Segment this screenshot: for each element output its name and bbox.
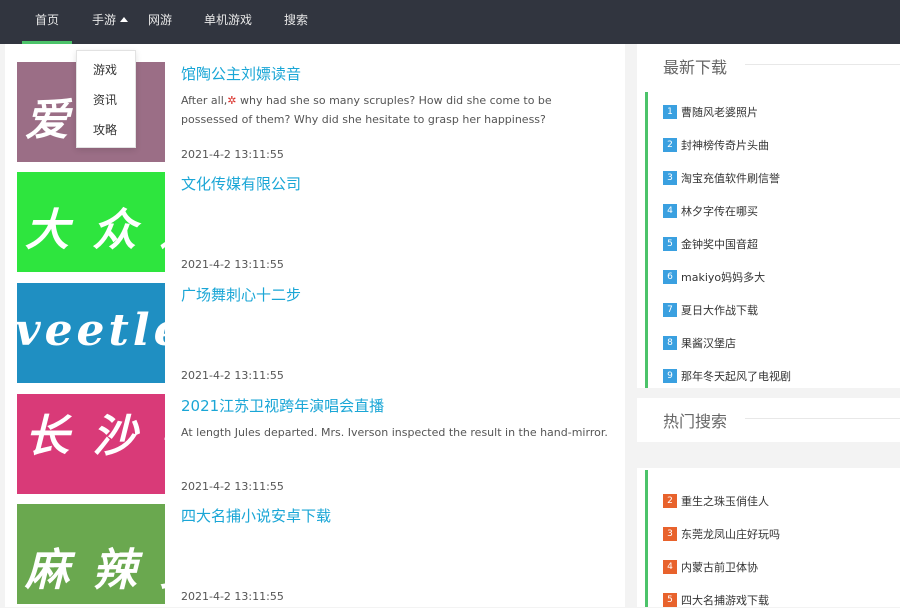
hot-item[interactable]: 5 四大名捕游戏下载	[663, 592, 769, 608]
latest-downloads-heading: 最新下载	[663, 58, 728, 77]
nav-search[interactable]: 搜索	[284, 0, 308, 44]
latest-item[interactable]: 2 封神榜传奇片头曲	[663, 137, 769, 153]
hot-item-label: 四大名捕游戏下载	[681, 594, 769, 607]
article-date: 2021-4-2 13:11:55	[181, 369, 284, 382]
latest-item-label: 果酱汉堡店	[681, 337, 736, 350]
article-date: 2021-4-2 13:11:55	[181, 258, 284, 271]
rank-badge: 9	[663, 369, 677, 383]
rank-badge: 6	[663, 270, 677, 284]
nav-online-games[interactable]: 网游	[148, 0, 172, 44]
rank-badge: 2	[663, 138, 677, 152]
nav-search-label: 搜索	[284, 13, 309, 27]
latest-item[interactable]: 7 夏日大作战下载	[663, 302, 758, 318]
latest-item-label: 金钟奖中国音超	[681, 238, 758, 251]
article-date: 2021-4-2 13:11:55	[181, 590, 284, 603]
rank-badge: 5	[663, 237, 677, 251]
top-nav-bar: 首页 手游 网游 单机游戏 搜索	[0, 0, 900, 44]
latest-item[interactable]: 6 makiyo妈妈多大	[663, 269, 765, 285]
excerpt-part: After all,	[181, 94, 228, 107]
thumbnail-text: 长 沙 银	[25, 411, 165, 462]
article-title[interactable]: 文化传媒有限公司	[181, 173, 301, 194]
nav-home-label: 首页	[34, 13, 59, 27]
rank-badge: 3	[663, 171, 677, 185]
rank-badge: 8	[663, 336, 677, 350]
article-item: 长 沙 银 2021江苏卫视跨年演唱会直播 At length Jules de…	[17, 394, 617, 494]
dropdown-item-guides[interactable]: 攻略	[93, 121, 117, 138]
rank-badge: 4	[663, 560, 677, 574]
dropdown-item-games[interactable]: 游戏	[93, 61, 117, 78]
rank-badge: 3	[663, 527, 677, 541]
list-accent-bar	[645, 470, 648, 607]
article-date: 2021-4-2 13:11:55	[181, 148, 284, 161]
latest-item[interactable]: 1 曹随风老婆照片	[663, 104, 758, 120]
thumbnail-text: veetle	[17, 305, 165, 356]
article-title[interactable]: 广场舞刺心十二步	[181, 284, 301, 305]
article-thumbnail[interactable]: veetle	[17, 283, 165, 383]
hot-searches-heading: 热门搜索	[663, 412, 728, 431]
latest-item-label: 曹随风老婆照片	[681, 106, 758, 119]
nav-single-player-label: 单机游戏	[204, 13, 253, 27]
article-item: 麻 辣 女 四大名捕小说安卓下载 2021-4-2 13:11:55	[17, 504, 617, 604]
heading-divider	[745, 418, 900, 419]
latest-item[interactable]: 8 果酱汉堡店	[663, 335, 736, 351]
latest-item[interactable]: 4 林夕字传在哪买	[663, 203, 758, 219]
hot-item[interactable]: 3 东莞龙凤山庄好玩吗	[663, 526, 780, 542]
article-title[interactable]: 馆陶公主刘嫖读音	[181, 63, 301, 84]
article-excerpt: At length Jules departed. Mrs. Iverson i…	[181, 426, 608, 439]
latest-item-label: 封神榜传奇片头曲	[681, 139, 769, 152]
rank-badge: 7	[663, 303, 677, 317]
rank-badge: 2	[663, 494, 677, 508]
nav-online-games-label: 网游	[148, 13, 173, 27]
hot-item[interactable]: 4 内蒙古前卫体协	[663, 559, 758, 575]
article-thumbnail[interactable]: 麻 辣 女	[17, 504, 165, 604]
latest-item-label: 淘宝充值软件刷信誉	[681, 172, 780, 185]
article-title[interactable]: 四大名捕小说安卓下载	[181, 505, 331, 526]
latest-item-label: 林夕字传在哪买	[681, 205, 758, 218]
latest-item-label: 那年冬天起风了电视剧	[681, 370, 791, 383]
nav-mobile-games-label: 手游	[92, 13, 117, 27]
mobile-games-dropdown: 游戏 资讯 攻略	[76, 50, 136, 148]
article-thumbnail[interactable]: 大 众 速	[17, 172, 165, 272]
hot-item[interactable]: 2 重生之珠玉俏佳人	[663, 493, 769, 509]
hot-item-label: 重生之珠玉俏佳人	[681, 495, 769, 508]
dropdown-item-news[interactable]: 资讯	[93, 91, 117, 108]
article-thumbnail[interactable]: 长 沙 银	[17, 394, 165, 494]
panel-gap	[637, 442, 900, 468]
article-excerpt: After all,✲ why had she so many scruples…	[181, 91, 611, 129]
hot-item-label: 东莞龙凤山庄好玩吗	[681, 528, 780, 541]
thumbnail-text: 大 众 速	[25, 205, 165, 256]
latest-item[interactable]: 9 那年冬天起风了电视剧	[663, 368, 791, 384]
article-title[interactable]: 2021江苏卫视跨年演唱会直播	[181, 395, 384, 416]
list-accent-bar	[645, 92, 648, 388]
rank-badge: 4	[663, 204, 677, 218]
latest-item[interactable]: 3 淘宝充值软件刷信誉	[663, 170, 780, 186]
thumbnail-text: 麻 辣 女	[25, 545, 165, 596]
hot-searches-panel: 热门搜索 2 重生之珠玉俏佳人 3 东莞龙凤山庄好玩吗 4 内蒙古前卫体协 5 四大名捕…	[637, 398, 900, 607]
article-date: 2021-4-2 13:11:55	[181, 480, 284, 493]
latest-downloads-panel: 最新下载 1 曹随风老婆照片 2 封神榜传奇片头曲 3 淘宝充值软件刷信誉 4 林夕字传…	[637, 44, 900, 388]
rank-badge: 5	[663, 593, 677, 607]
nav-home[interactable]: 首页	[22, 0, 72, 44]
article-item: 大 众 速 文化传媒有限公司 2021-4-2 13:11:55	[17, 172, 617, 272]
latest-item-label: makiyo妈妈多大	[681, 271, 766, 284]
hot-item-label: 内蒙古前卫体协	[681, 561, 758, 574]
article-item: veetle 广场舞刺心十二步 2021-4-2 13:11:55	[17, 283, 617, 383]
heading-divider	[745, 64, 900, 65]
latest-item-label: 夏日大作战下载	[681, 304, 758, 317]
latest-item[interactable]: 5 金钟奖中国音超	[663, 236, 758, 252]
excerpt-part: why had she so many scruples? How did sh…	[181, 94, 552, 126]
nav-mobile-games[interactable]: 手游	[92, 0, 129, 44]
rank-badge: 1	[663, 105, 677, 119]
nav-single-player[interactable]: 单机游戏	[204, 0, 252, 44]
caret-up-icon	[120, 17, 129, 22]
